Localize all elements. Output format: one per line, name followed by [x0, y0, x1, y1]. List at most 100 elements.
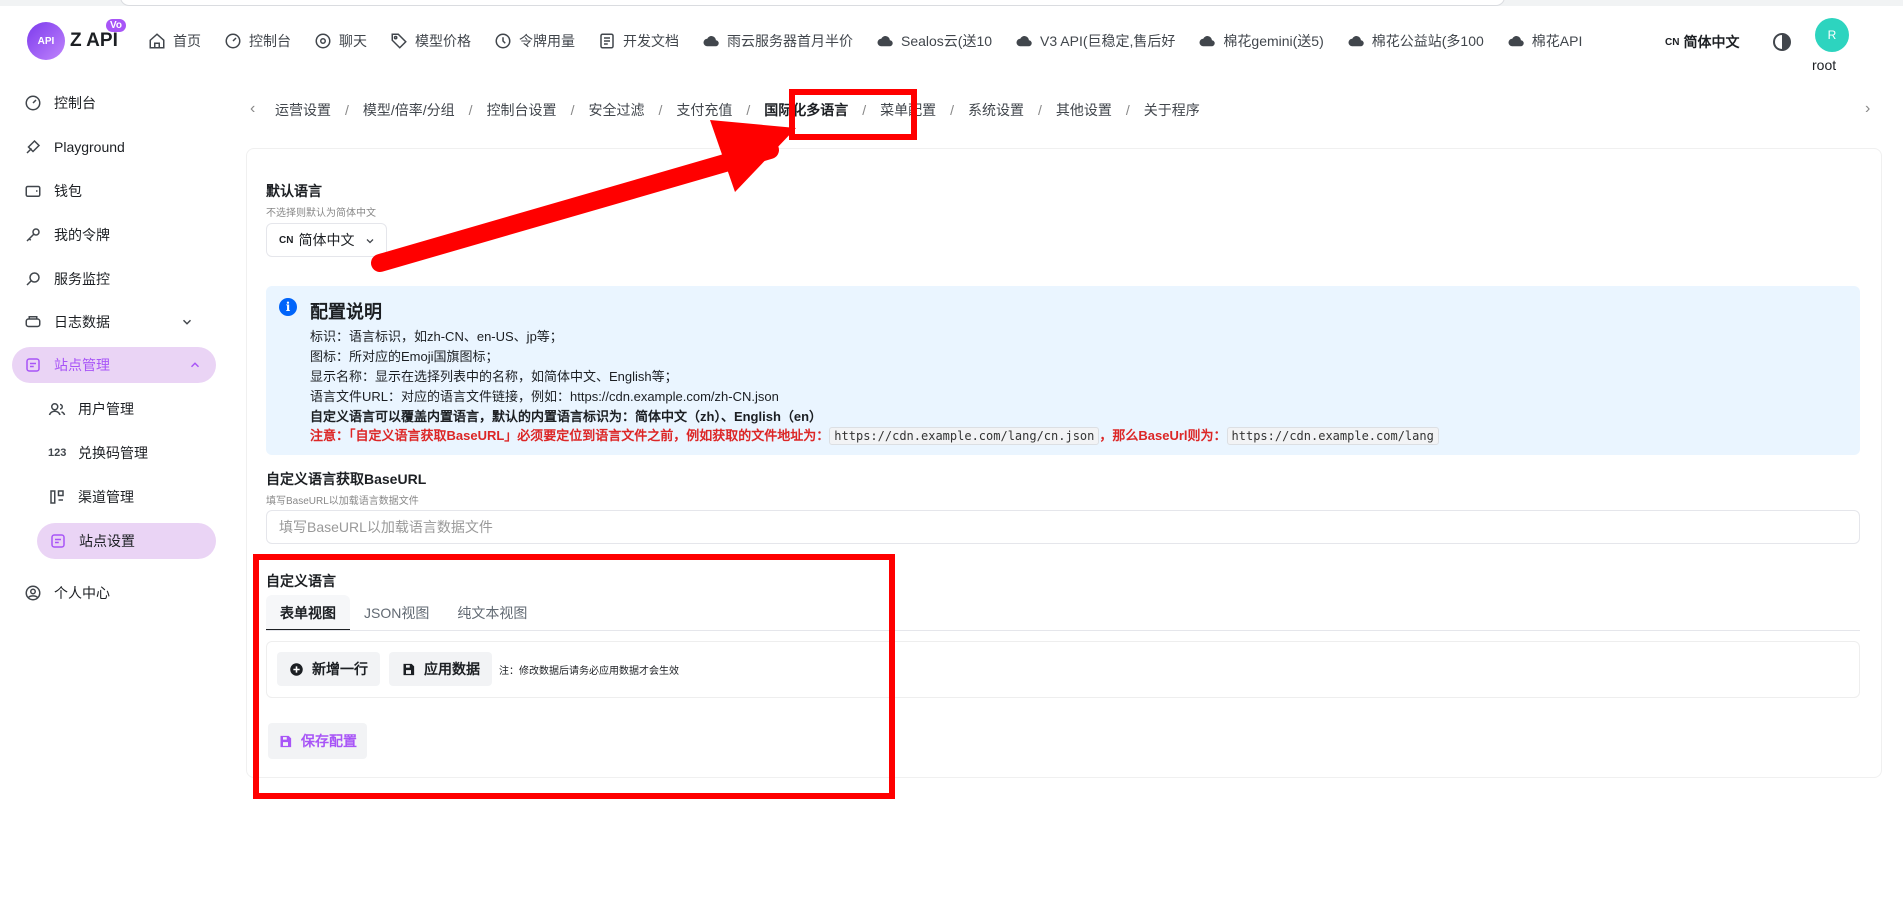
nav-docs[interactable]: 开发文档	[598, 31, 679, 51]
brush-icon	[24, 138, 42, 156]
avatar[interactable]: R	[1815, 18, 1849, 52]
nav-link-v3api[interactable]: V3 API(巨稳定,售后好	[1015, 31, 1175, 51]
nav-link-cotton-api[interactable]: 棉花API	[1507, 31, 1583, 51]
nav-label: 聊天	[339, 33, 367, 49]
cloud-icon	[1198, 32, 1216, 50]
warn-mid: ，那么BaseUrl则为：	[1099, 428, 1227, 443]
baseurl-label: 自定义语言获取BaseURL	[266, 471, 427, 487]
browser-address-bar-strip	[0, 0, 1903, 6]
users-icon	[48, 400, 66, 418]
brand-name[interactable]: Z API	[70, 30, 118, 52]
code-icon: 123	[48, 447, 67, 459]
info-line: 标识：语言标识，如zh-CN、en-US、jp等；	[310, 329, 563, 344]
sidebar-item-label: 渠道管理	[78, 489, 134, 505]
separator: /	[950, 102, 955, 118]
cloud-icon	[1347, 32, 1365, 50]
chevron-left-icon[interactable]: ‹	[250, 100, 255, 118]
chevron-right-icon[interactable]: ›	[1865, 100, 1870, 118]
username[interactable]: root	[1812, 57, 1836, 73]
nav-label: 棉花API	[1531, 33, 1583, 49]
nav-label: V3 API(巨稳定,售后好	[1040, 33, 1176, 49]
sidebar-item-user-management[interactable]: 用户管理	[48, 391, 134, 427]
tab-system[interactable]: 系统设置	[968, 100, 1024, 120]
nav-link-rainyun[interactable]: 雨云服务器首月半价	[702, 31, 853, 51]
config-info-banner: i 配置说明 标识：语言标识，如zh-CN、en-US、jp等； 图标：所对应的…	[266, 286, 1860, 455]
cloud-icon	[1507, 32, 1525, 50]
clock-icon	[494, 32, 512, 50]
tab-payment[interactable]: 支付充值	[676, 100, 732, 120]
language-label: 简体中文	[1683, 34, 1740, 50]
sidebar-item-service-monitor[interactable]: 服务监控	[24, 261, 110, 297]
key-icon	[24, 226, 42, 244]
chevron-down-icon	[182, 319, 192, 325]
nav-link-public[interactable]: 棉花公益站(多100	[1347, 31, 1484, 51]
nav-token-usage[interactable]: 令牌用量	[494, 31, 575, 51]
nav-home[interactable]: 首页	[148, 31, 201, 51]
sidebar-item-site-management[interactable]: 站点管理	[12, 347, 216, 383]
nav-model-price[interactable]: 模型价格	[390, 31, 471, 51]
settings-tabs: 运营设置 / 模型/倍率/分组 / 控制台设置 / 安全过滤 / 支付充值 / 国际化多语…	[275, 100, 1200, 120]
separator: /	[468, 102, 473, 118]
sidebar-item-site-settings[interactable]: 站点设置	[37, 523, 216, 559]
tab-about[interactable]: 关于程序	[1144, 100, 1200, 120]
dashboard-icon	[224, 32, 242, 50]
wallet-icon	[24, 182, 42, 200]
default-language-hint: 不选择则默认为简体中文	[266, 208, 376, 219]
annotation-highlight-i18n-tab	[789, 89, 917, 140]
sidebar-item-label: 站点管理	[54, 357, 110, 373]
sidebar-item-label: Playground	[54, 139, 125, 155]
default-language-label: 默认语言	[266, 183, 322, 199]
sidebar-item-channel-management[interactable]: 渠道管理	[48, 479, 134, 515]
language-switcher[interactable]: CN 简体中文	[1665, 32, 1739, 52]
tab-security[interactable]: 安全过滤	[588, 100, 644, 120]
user-icon	[24, 584, 42, 602]
sidebar-item-my-tokens[interactable]: 我的令牌	[24, 217, 110, 253]
nav-label: 令牌用量	[519, 33, 575, 49]
cloud-icon	[1015, 32, 1033, 50]
separator: /	[1038, 102, 1042, 118]
nav-dashboard[interactable]: 控制台	[224, 31, 291, 51]
annotation-highlight-custom-language	[253, 554, 895, 799]
logo-icon[interactable]: API	[27, 22, 65, 60]
nav-chat[interactable]: 聊天	[314, 31, 367, 51]
nav-label: 首页	[173, 33, 201, 49]
info-warning: 注意：「自定义语言获取BaseURL」必须要定位到语言文件之前，例如获取的文件地…	[310, 425, 1439, 445]
tab-operation[interactable]: 运营设置	[275, 100, 331, 120]
sidebar-item-log-data[interactable]: 日志数据	[24, 304, 208, 340]
sidebar-item-wallet[interactable]: 钱包	[24, 173, 82, 209]
tab-other[interactable]: 其他设置	[1056, 100, 1112, 120]
code-example-file: https://cdn.example.com/lang/cn.json	[829, 427, 1100, 445]
warn-prefix: 注意：「自定义语言获取BaseURL」必须要定位到语言文件之前，例如获取的文件地…	[310, 428, 830, 443]
info-title: 配置说明	[310, 302, 382, 322]
document-icon	[598, 32, 616, 50]
address-bar[interactable]	[120, 0, 1505, 6]
separator: /	[658, 102, 663, 118]
flag-cn-icon: CN	[279, 234, 294, 246]
default-language-select[interactable]: CN 简体中文	[266, 223, 387, 257]
nav-items: 首页 控制台 聊天 模型价格 令牌用量 开发文档 雨云服务器首月半价 Sealo…	[148, 10, 1605, 72]
flag-cn-icon: CN	[1665, 36, 1680, 48]
sidebar-item-playground[interactable]: Playground	[24, 129, 125, 165]
tag-icon	[390, 32, 408, 50]
theme-toggle-icon[interactable]	[1773, 33, 1791, 51]
nav-label: 雨云服务器首月半价	[727, 33, 853, 49]
sidebar-item-profile[interactable]: 个人中心	[24, 575, 110, 611]
home-icon	[148, 32, 166, 50]
nav-link-sealos[interactable]: Sealos云(送10	[876, 31, 992, 51]
top-navigation: API Vo Z API 首页 控制台 聊天 模型价格 令牌用量 开发文档 雨云…	[0, 10, 1903, 73]
sidebar-item-dashboard[interactable]: 控制台	[24, 85, 96, 121]
nav-link-gemini[interactable]: 棉花gemini(送5)	[1198, 31, 1324, 51]
chat-icon	[314, 32, 332, 50]
info-line-bold: 自定义语言可以覆盖内置语言，默认的内置语言标识为：简体中文（zh）、Englis…	[310, 409, 823, 424]
info-line: 显示名称：显示在选择列表中的名称，如简体中文、English等；	[310, 369, 678, 384]
sidebar-item-label: 日志数据	[54, 314, 110, 330]
nav-label: 棉花公益站(多100	[1371, 33, 1484, 49]
select-value: 简体中文	[298, 232, 355, 248]
info-icon: i	[279, 298, 297, 316]
sidebar-item-label: 服务监控	[54, 271, 110, 287]
tab-console[interactable]: 控制台设置	[487, 100, 557, 120]
sidebar-item-redeem-codes[interactable]: 123 兑换码管理	[48, 435, 148, 471]
nav-label: Sealos云(送10	[901, 33, 993, 49]
tab-model-ratio[interactable]: 模型/倍率/分组	[363, 100, 455, 120]
baseurl-input[interactable]	[266, 510, 1860, 544]
